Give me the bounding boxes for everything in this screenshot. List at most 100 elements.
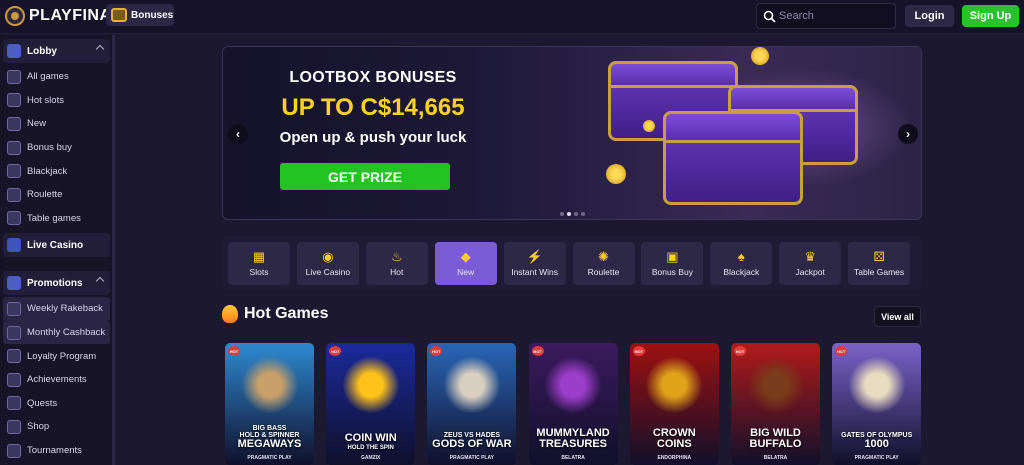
- sidebar-item-hot-slots[interactable]: Hot slots: [0, 89, 113, 113]
- banner-subtitle: Open up & push your luck: [279, 129, 467, 146]
- carousel-dot[interactable]: [560, 212, 564, 216]
- chevron-left-icon[interactable]: ‹: [228, 124, 248, 144]
- game-title-line: BIG BASS: [252, 424, 287, 432]
- cart-icon: [7, 419, 21, 434]
- carousel-dot[interactable]: [581, 212, 585, 216]
- sidebar-item-new[interactable]: New: [0, 112, 113, 136]
- game-card[interactable]: HOT CROWN COINS ENDORPHINA: [629, 343, 719, 465]
- category-label: New: [457, 267, 475, 277]
- sidebar-item-blackjack[interactable]: Blackjack: [0, 159, 113, 183]
- top-header: PLAYFINA Bonuses Search Login Sign Up: [0, 0, 1024, 34]
- category-label: Jackpot: [795, 267, 825, 277]
- game-card[interactable]: HOT BIG BASS HOLD & SPINNER MEGAWAYS PRAGMAT…: [225, 343, 314, 465]
- search-input[interactable]: Search: [756, 3, 896, 29]
- sidebar-item-roulette[interactable]: Roulette: [0, 183, 113, 207]
- sidebar-item-label: New: [27, 118, 47, 130]
- login-button[interactable]: Login: [905, 5, 954, 27]
- sidebar-item-achievements[interactable]: Achievements: [0, 368, 113, 392]
- game-card[interactable]: HOT GATES OF OLYMPUS 1000 PRAGMATIC PLAY: [832, 343, 922, 465]
- game-title: BIG BASS HOLD & SPINNER MEGAWAYS: [227, 425, 312, 451]
- game-title-line: GODS OF WAR: [432, 438, 512, 451]
- star-icon: [7, 349, 21, 364]
- game-title-line: BUFFALO: [749, 438, 802, 451]
- game-title: GATES OF OLYMPUS 1000: [834, 432, 919, 451]
- cashback-icon: [7, 325, 21, 340]
- sidebar-item-quests[interactable]: Quests: [0, 392, 113, 416]
- sidebar-item-label: All games: [27, 71, 69, 83]
- category-roulette[interactable]: ✺ Roulette: [572, 242, 635, 285]
- sidebar-item-loyalty-program[interactable]: Loyalty Program: [0, 344, 113, 368]
- sidebar-item-monthly-cashback[interactable]: Monthly Cashback: [3, 320, 110, 345]
- category-blackjack[interactable]: ♠ Blackjack: [710, 242, 773, 285]
- roulette-icon: ✺: [598, 249, 609, 264]
- sidebar-scrollbar[interactable]: [112, 35, 115, 465]
- game-artwork: [646, 357, 703, 413]
- brand-logo[interactable]: PLAYFINA: [5, 6, 112, 26]
- signup-button[interactable]: Sign Up: [962, 5, 1019, 27]
- category-label: Blackjack: [723, 267, 760, 277]
- sidebar-item-all-games[interactable]: All games: [0, 65, 113, 89]
- game-card[interactable]: HOT COIN WIN HOLD THE SPIN GAMZIX: [326, 343, 416, 465]
- hot-badge: HOT: [632, 346, 645, 356]
- sidebar-group-promotions[interactable]: Promotions: [3, 271, 110, 296]
- sidebar-item-tournaments[interactable]: Tournaments: [0, 439, 113, 463]
- game-title: CROWN COINS: [632, 427, 717, 451]
- category-hot[interactable]: ♨ Hot: [365, 242, 428, 285]
- compass-icon: [7, 396, 21, 411]
- sidebar-group-lobby[interactable]: Lobby: [3, 39, 110, 63]
- bonuses-label: Bonuses: [131, 9, 174, 21]
- category-table-games[interactable]: ⚄ Table Games: [848, 242, 911, 285]
- category-label: Slots: [249, 267, 269, 277]
- game-title: ZEUS VS HADES GODS OF WAR: [429, 432, 514, 451]
- game-title-line: COINS: [656, 438, 692, 451]
- chest-icon: [111, 8, 127, 22]
- carousel-dot[interactable]: [567, 212, 571, 216]
- promo-banner[interactable]: LOOTBOX BONUSES UP TO C$14,665 Open up &…: [222, 46, 922, 220]
- game-artwork: [342, 357, 399, 413]
- category-jackpot[interactable]: ♛ Jackpot: [779, 242, 842, 285]
- game-title: MUMMYLAND TREASURES: [531, 427, 616, 451]
- chevron-right-icon[interactable]: ›: [898, 124, 918, 144]
- game-artwork: [848, 357, 905, 413]
- hot-badge: HOT: [734, 346, 746, 356]
- sidebar-item-weekly-rakeback[interactable]: Weekly Rakeback: [3, 297, 110, 321]
- game-artwork: [443, 357, 500, 413]
- banner-amount: UP TO C$14,665: [281, 94, 465, 121]
- game-provider: BELATRA: [561, 455, 585, 461]
- game-title: COIN WIN HOLD THE SPIN: [328, 433, 413, 451]
- category-slots[interactable]: ▦ Slots: [228, 242, 290, 285]
- flame-icon: ♨: [390, 249, 403, 264]
- game-card[interactable]: HOT BIG WILD BUFFALO BELATRA: [731, 343, 820, 465]
- game-artwork: [241, 357, 298, 413]
- sidebar-item-label: Quests: [27, 397, 58, 409]
- game-title-line: HOLD THE SPIN: [347, 444, 394, 451]
- get-prize-button[interactable]: GET PRIZE: [280, 163, 450, 190]
- sidebar-item-label: Bonus buy: [27, 142, 72, 154]
- game-card[interactable]: HOT ZEUS VS HADES GODS OF WAR PRAGMATIC PLA…: [427, 343, 517, 465]
- megaphone-icon: [7, 276, 21, 291]
- chevron-up-icon[interactable]: [95, 276, 105, 286]
- slots-icon: ▦: [252, 249, 266, 264]
- hot-badge: HOT: [329, 346, 342, 356]
- view-all-button[interactable]: View all: [874, 306, 921, 327]
- sidebar-item-shop[interactable]: Shop: [0, 415, 113, 439]
- category-label: Roulette: [587, 267, 620, 277]
- sidebar-item-table-games[interactable]: Table games: [0, 207, 113, 231]
- diamond-icon: [7, 116, 21, 131]
- chevron-up-icon[interactable]: [95, 44, 105, 54]
- sidebar-item-live-casino[interactable]: Live Casino: [3, 233, 110, 258]
- live-icon: [7, 238, 21, 253]
- sidebar-group-label: Lobby: [27, 45, 57, 57]
- bonuses-button[interactable]: Bonuses: [106, 4, 174, 26]
- carousel-dot[interactable]: [574, 212, 578, 216]
- category-bonus-buy[interactable]: ▣ Bonus Buy: [641, 242, 704, 285]
- game-provider: BELATRA: [763, 455, 788, 461]
- gift-icon: ▣: [666, 249, 679, 264]
- gear-icon: [7, 372, 21, 387]
- game-card[interactable]: HOT MUMMYLAND TREASURES BELATRA: [528, 343, 618, 465]
- category-instant-wins[interactable]: ⚡ Instant Wins: [503, 242, 566, 285]
- coin-icon: [606, 164, 626, 184]
- category-new[interactable]: ◆ New: [434, 242, 497, 285]
- sidebar-item-bonus-buy[interactable]: Bonus buy: [0, 136, 113, 160]
- category-live-casino[interactable]: ◉ Live Casino: [296, 242, 359, 285]
